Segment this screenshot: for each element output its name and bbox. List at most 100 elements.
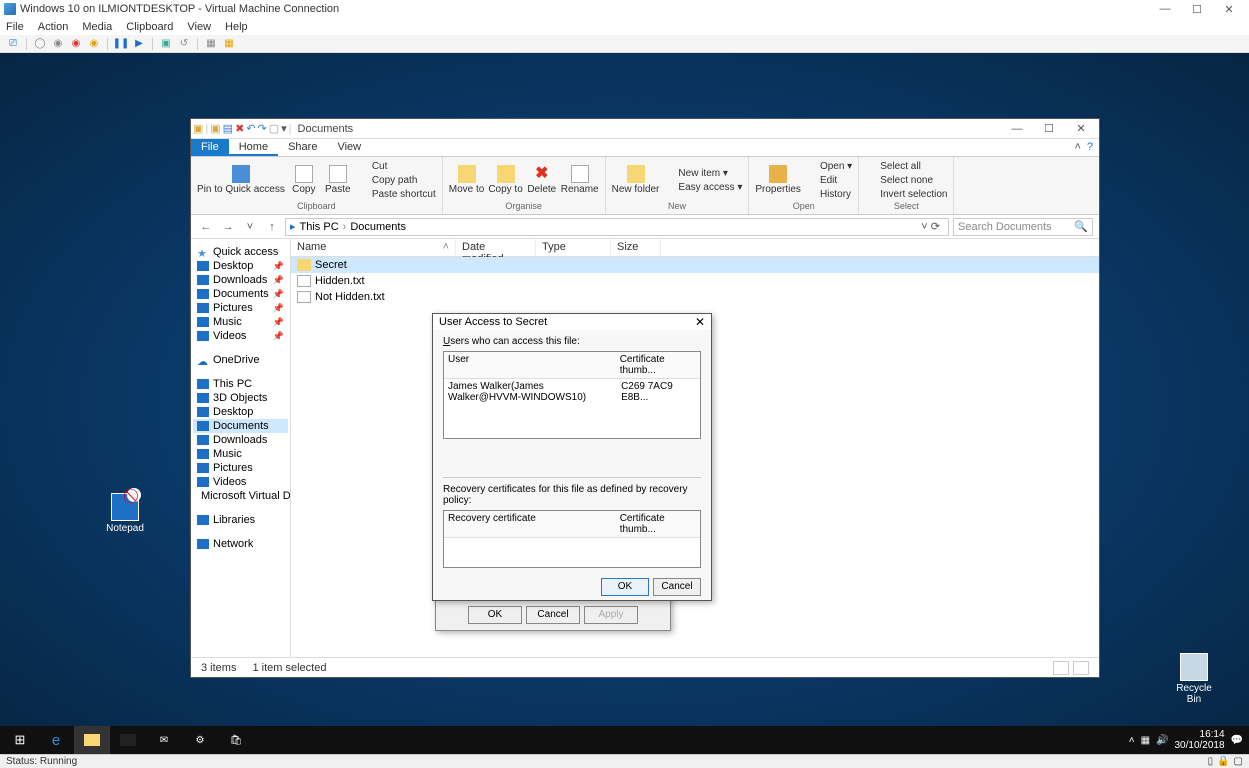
view-details-button[interactable] [1053, 661, 1069, 675]
file-row[interactable]: Secret [291, 257, 1099, 273]
pin-quickaccess-button[interactable]: Pin to Quick access [197, 165, 285, 195]
tray-volume-icon[interactable]: 🔊 [1156, 735, 1168, 746]
invertselection-button[interactable]: Invert selection [865, 187, 947, 200]
share-icon[interactable]: ▦ [222, 37, 236, 51]
selectall-button[interactable]: Select all [865, 159, 947, 172]
edit-button[interactable]: Edit [805, 173, 852, 186]
col-size[interactable]: Size [611, 239, 661, 256]
search-input[interactable]: Search Documents 🔍 [953, 218, 1093, 236]
enhanced-icon[interactable]: ▦ [204, 37, 218, 51]
col-recovery[interactable]: Recovery certificate [444, 511, 616, 537]
easyaccess-button[interactable]: Easy access ▾ [663, 180, 742, 193]
shutdown-icon[interactable]: ◉ [69, 37, 83, 51]
col-date[interactable]: Date modified [456, 239, 536, 256]
copy-button[interactable]: Copy [289, 165, 319, 195]
file-row[interactable]: Hidden.txt [291, 273, 1099, 289]
props-cancel-button[interactable]: Cancel [526, 606, 580, 624]
col-name[interactable]: Name ˄ [291, 239, 456, 256]
breadcrumb[interactable]: Documents [350, 221, 406, 233]
save-icon[interactable]: ◉ [87, 37, 101, 51]
qat-icon[interactable]: ▤ [223, 122, 233, 135]
explorer-close-button[interactable]: ✕ [1065, 122, 1097, 135]
pasteshortcut-button[interactable]: Paste shortcut [357, 187, 436, 200]
ribbon-collapse-icon[interactable]: ˄ [1074, 141, 1080, 154]
up-button[interactable]: ↑ [263, 218, 281, 236]
nav-desktop[interactable]: Desktop📌 [193, 259, 288, 273]
col-type[interactable]: Type [536, 239, 611, 256]
reset-icon[interactable]: ▶ [132, 37, 146, 51]
pause-icon[interactable]: ❚❚ [114, 37, 128, 51]
newitem-button[interactable]: New item ▾ [663, 166, 742, 179]
tray-notifications-icon[interactable]: 💬 [1231, 735, 1243, 746]
tab-view[interactable]: View [327, 139, 371, 156]
start-button[interactable]: ⊞ [2, 726, 38, 754]
host-maximize-button[interactable]: ☐ [1181, 3, 1213, 16]
nav-downloads2[interactable]: Downloads [193, 433, 288, 447]
tray-network-icon[interactable]: ▦ [1141, 735, 1150, 746]
nav-network[interactable]: Network [193, 537, 288, 551]
taskbar-explorer[interactable] [74, 726, 110, 754]
nav-videos2[interactable]: Videos [193, 475, 288, 489]
desktop-icon-notepad[interactable]: Notepad [100, 493, 150, 534]
explorer-titlebar[interactable]: ▣ | ▣ ▤ ✖ ↶ ↷ ▢ ▾ | Documents — ☐ ✕ [191, 119, 1099, 139]
nav-downloads[interactable]: Downloads📌 [193, 273, 288, 287]
moveto-button[interactable]: Move to [449, 165, 485, 195]
back-button[interactable]: ← [197, 218, 215, 236]
open-button[interactable]: Open ▾ [805, 159, 852, 172]
history-button[interactable]: History [805, 187, 852, 200]
col-cert[interactable]: Certificate thumb... [616, 352, 700, 378]
nav-documents2[interactable]: Documents [193, 419, 288, 433]
nav-documents[interactable]: Documents📌 [193, 287, 288, 301]
access-ok-button[interactable]: OK [601, 578, 649, 596]
nav-onedrive[interactable]: ☁OneDrive [193, 353, 288, 367]
col-cert[interactable]: Certificate thumb... [616, 511, 700, 537]
view-icons-button[interactable] [1073, 661, 1089, 675]
file-row[interactable]: Not Hidden.txt [291, 289, 1099, 305]
refresh-icon[interactable]: ⟳ [931, 221, 940, 233]
rename-button[interactable]: Rename [561, 165, 599, 195]
nav-3dobjects[interactable]: 3D Objects [193, 391, 288, 405]
nav-music[interactable]: Music📌 [193, 315, 288, 329]
list-item[interactable]: James Walker(James Walker@HVVM-WINDOWS10… [444, 379, 700, 405]
qat-icon[interactable]: ▢ [269, 122, 279, 135]
copyto-button[interactable]: Copy to [488, 165, 522, 195]
forward-button[interactable]: → [219, 218, 237, 236]
properties-button[interactable]: Properties [755, 165, 801, 195]
tab-share[interactable]: Share [278, 139, 327, 156]
qat-delete-icon[interactable]: ✖ [235, 122, 244, 135]
dialog-close-button[interactable]: ✕ [695, 315, 705, 329]
ctrlaltdel-icon[interactable]: ⎚ [6, 37, 20, 51]
tab-home[interactable]: Home [229, 139, 278, 156]
taskbar-store[interactable]: 🛍 [218, 726, 254, 754]
nav-pictures[interactable]: Pictures📌 [193, 301, 288, 315]
recent-button[interactable]: ˅ [241, 218, 259, 236]
explorer-minimize-button[interactable]: — [1001, 123, 1033, 135]
tray-chevron-icon[interactable]: ˄ [1129, 735, 1135, 746]
nav-music2[interactable]: Music [193, 447, 288, 461]
nav-desktop2[interactable]: Desktop [193, 405, 288, 419]
taskbar-mail[interactable]: ✉ [146, 726, 182, 754]
access-cancel-button[interactable]: Cancel [653, 578, 701, 596]
copypath-button[interactable]: Copy path [357, 173, 436, 186]
newfolder-button[interactable]: New folder [612, 165, 660, 195]
breadcrumb[interactable]: This PC [300, 221, 339, 233]
qat-icon[interactable]: ▣ [210, 122, 220, 135]
dialog-titlebar[interactable]: User Access to Secret ✕ [433, 314, 711, 330]
nav-pictures2[interactable]: Pictures [193, 461, 288, 475]
address-bar[interactable]: ▸ This PC › Documents ˅ ⟳ [285, 218, 949, 236]
tab-file[interactable]: File [191, 139, 229, 156]
turnoff-icon[interactable]: ◉ [51, 37, 65, 51]
menu-help[interactable]: Help [225, 21, 248, 33]
users-listbox[interactable]: User Certificate thumb... James Walker(J… [443, 351, 701, 439]
qat-redo-icon[interactable]: ↷ [258, 122, 267, 135]
qat-dropdown-icon[interactable]: ▾ [281, 122, 287, 135]
selectnone-button[interactable]: Select none [865, 173, 947, 186]
start-icon[interactable]: ◯ [33, 37, 47, 51]
menu-view[interactable]: View [187, 21, 211, 33]
host-close-button[interactable]: ✕ [1213, 3, 1245, 16]
menu-media[interactable]: Media [82, 21, 112, 33]
host-minimize-button[interactable]: — [1149, 3, 1181, 15]
nav-videos[interactable]: Videos📌 [193, 329, 288, 343]
ribbon-help-icon[interactable]: ? [1087, 141, 1093, 154]
taskbar-terminal[interactable] [110, 726, 146, 754]
